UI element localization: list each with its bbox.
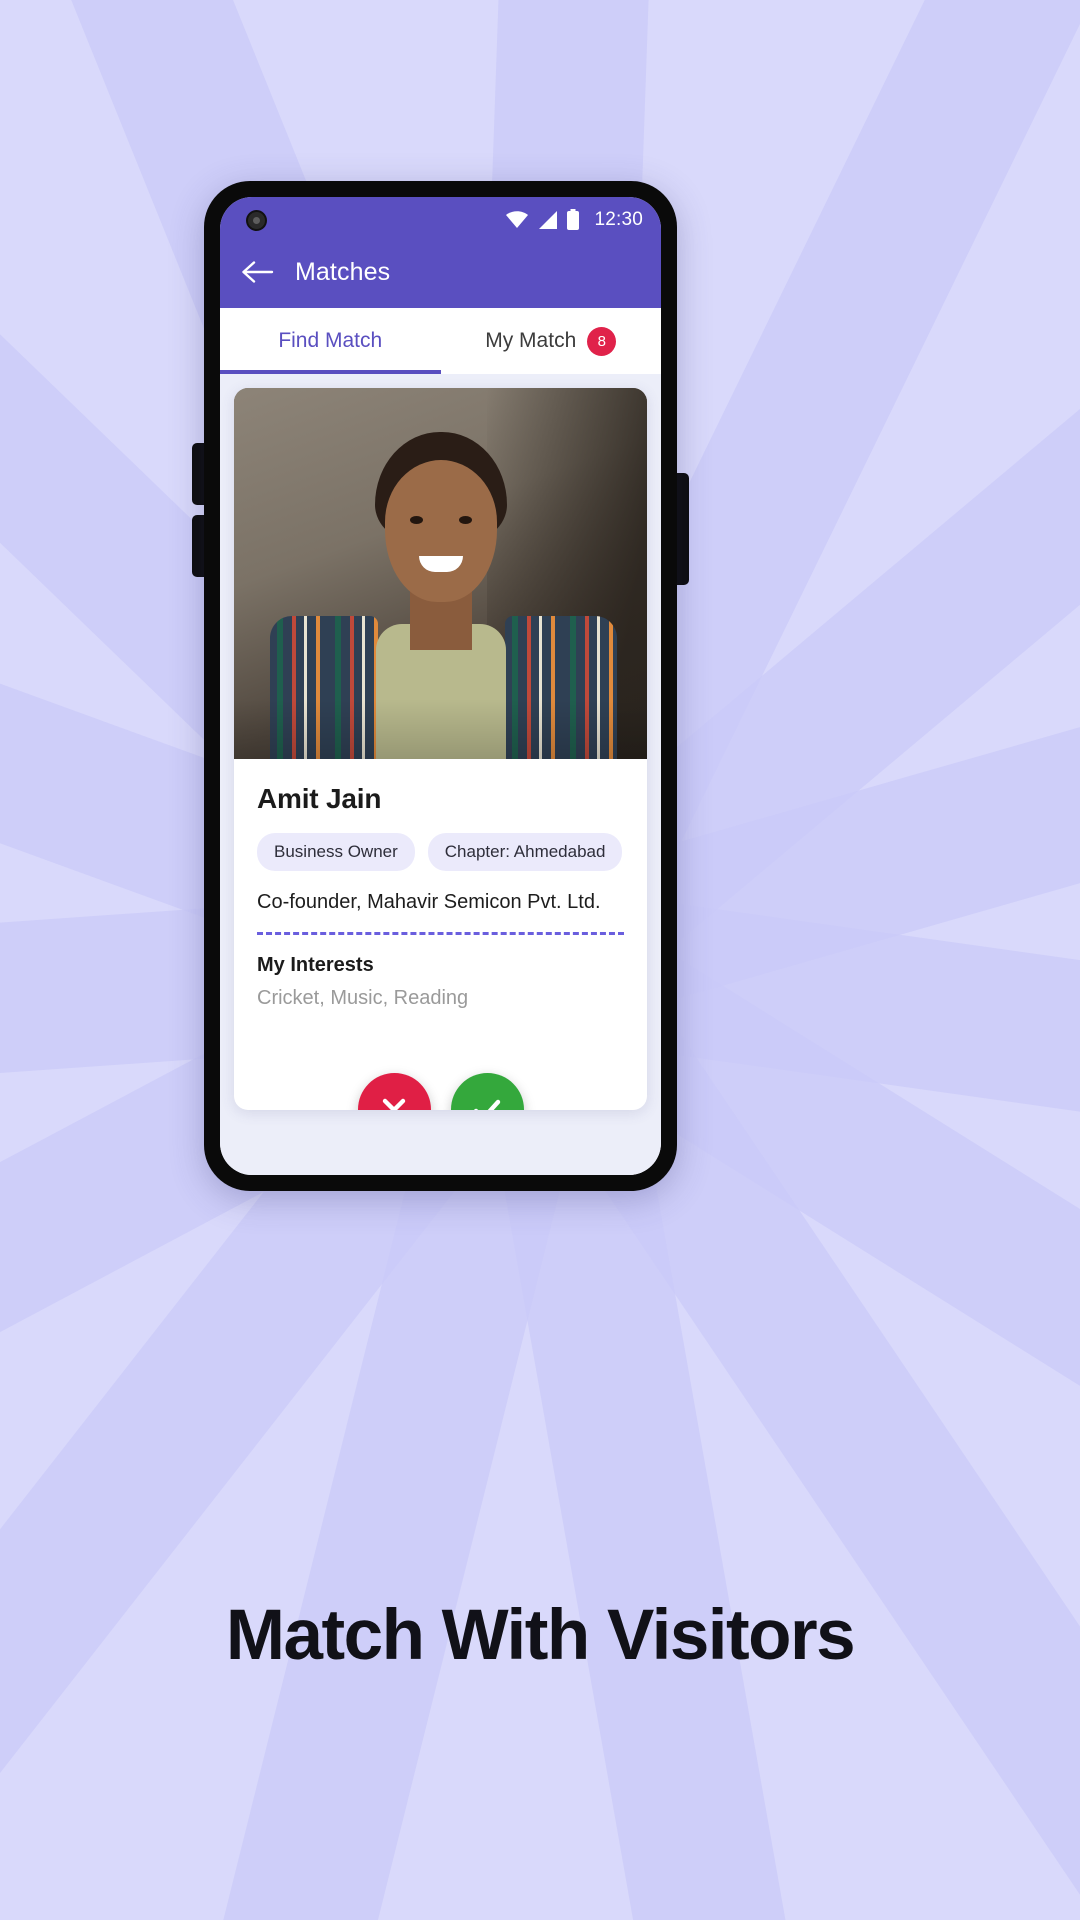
- section-divider: [257, 932, 624, 935]
- match-content-area: Amit Jain Business Owner Chapter: Ahmeda…: [220, 374, 661, 1175]
- profile-chip-row: Business Owner Chapter: Ahmedabad: [257, 833, 624, 871]
- app-bar: 12:30 Matches: [220, 197, 661, 308]
- match-action-row: [234, 1073, 647, 1110]
- page-title: Matches: [295, 257, 391, 286]
- match-card[interactable]: Amit Jain Business Owner Chapter: Ahmeda…: [234, 388, 647, 1110]
- promo-headline: Match With Visitors: [225, 1596, 856, 1675]
- reject-button[interactable]: [357, 1073, 431, 1110]
- check-icon: [473, 1099, 501, 1110]
- interests-title: My Interests: [257, 954, 374, 976]
- phone-screen: 12:30 Matches Find Match My Match 8 Amit…: [220, 197, 661, 1175]
- profile-photo-face: [384, 460, 497, 602]
- tab-my-match[interactable]: My Match 8: [441, 308, 662, 374]
- profile-name: Amit Jain: [257, 783, 382, 814]
- interests-value: Cricket, Music, Reading: [257, 987, 469, 1009]
- status-bar: 12:30: [220, 197, 661, 243]
- power-button[interactable]: [676, 473, 689, 585]
- chip-chapter: Chapter: Ahmedabad: [427, 833, 623, 871]
- cellular-signal-icon: [539, 211, 558, 229]
- chip-business-owner: Business Owner: [257, 833, 415, 871]
- close-icon: [382, 1098, 406, 1110]
- profile-role: Co-founder, Mahavir Semicon Pvt. Ltd.: [257, 891, 601, 913]
- arrow-left-icon: [242, 261, 274, 283]
- profile-photo-eye-left: [409, 516, 423, 524]
- phone-frame: 12:30 Matches Find Match My Match 8 Amit…: [204, 181, 677, 1191]
- battery-icon: [567, 209, 580, 230]
- app-bar-title-row: Matches: [220, 243, 661, 301]
- profile-details: Amit Jain Business Owner Chapter: Ahmeda…: [234, 759, 647, 1010]
- profile-photo: [234, 388, 647, 759]
- status-bar-clock: 12:30: [594, 209, 643, 230]
- front-camera-icon: [246, 209, 267, 231]
- accept-button[interactable]: [450, 1073, 524, 1110]
- tab-my-match-badge: 8: [587, 326, 617, 356]
- tab-bar: Find Match My Match 8: [220, 308, 661, 374]
- wifi-icon: [506, 211, 529, 228]
- tab-find-match[interactable]: Find Match: [220, 308, 441, 374]
- profile-photo-shadow: [234, 699, 647, 759]
- tab-find-match-label: Find Match: [278, 329, 383, 352]
- tab-my-match-label: My Match: [485, 329, 577, 352]
- status-bar-icons: 12:30: [505, 209, 643, 231]
- profile-photo-eye-right: [458, 516, 472, 524]
- back-button[interactable]: [240, 254, 276, 290]
